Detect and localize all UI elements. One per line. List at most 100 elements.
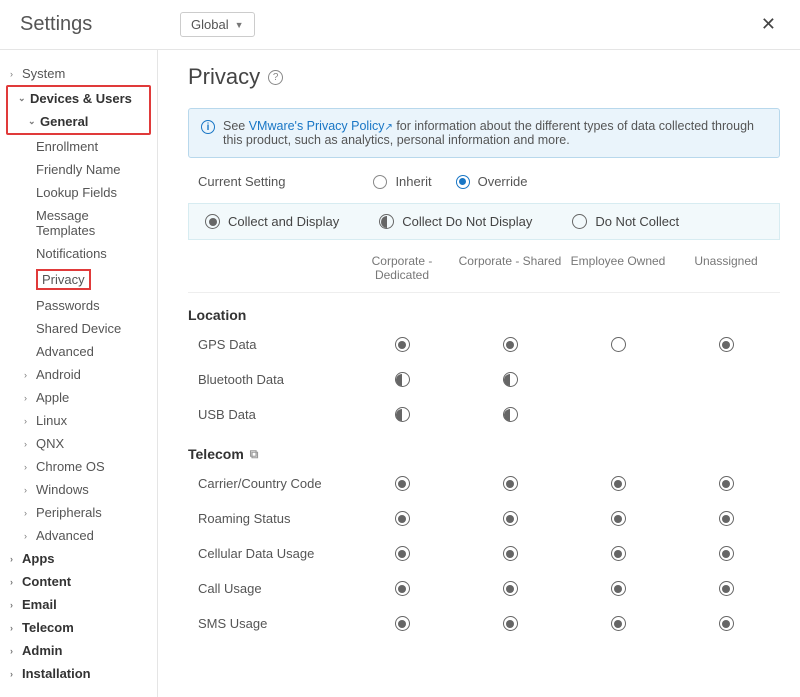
state-full-icon[interactable]	[719, 476, 734, 491]
current-setting-label: Current Setting	[198, 174, 285, 189]
state-full-icon[interactable]	[503, 546, 518, 561]
state-full-icon[interactable]	[395, 337, 410, 352]
col-header: Employee Owned	[564, 254, 672, 282]
radio-inherit[interactable]: Inherit	[373, 174, 431, 189]
state-full-icon[interactable]	[719, 546, 734, 561]
state-cell	[348, 476, 456, 491]
state-cell	[672, 546, 780, 561]
sidebar-item-windows[interactable]: ›Windows	[0, 478, 157, 501]
state-full-icon[interactable]	[611, 476, 626, 491]
sidebar-item-chrome-os[interactable]: ›Chrome OS	[0, 455, 157, 478]
row-label: Carrier/Country Code	[188, 476, 348, 491]
help-icon[interactable]: ?	[268, 70, 283, 85]
state-full-icon[interactable]	[395, 511, 410, 526]
state-half-icon[interactable]	[395, 407, 410, 422]
state-full-icon[interactable]	[395, 616, 410, 631]
sidebar-item-notifications[interactable]: Notifications	[0, 242, 157, 265]
radio-override[interactable]: Override	[456, 174, 528, 189]
state-cell	[564, 476, 672, 491]
state-cell	[564, 337, 672, 352]
sidebar-item-general[interactable]: ⌄ General	[8, 110, 149, 133]
state-cell	[672, 581, 780, 596]
state-full-icon[interactable]	[503, 616, 518, 631]
chevron-right-icon: ›	[24, 531, 32, 541]
section-telecom: Telecom ⧉	[188, 432, 780, 466]
state-full-icon[interactable]	[503, 337, 518, 352]
sidebar-item-passwords[interactable]: Passwords	[0, 294, 157, 317]
sidebar-item-email[interactable]: ›Email	[0, 593, 157, 616]
content: Privacy ? i See VMware's Privacy Policy↗…	[158, 50, 800, 697]
page-title: Privacy	[188, 64, 260, 90]
state-full-icon[interactable]	[395, 546, 410, 561]
state-half-icon[interactable]	[503, 372, 518, 387]
chevron-down-icon: ⌄	[18, 93, 26, 104]
sidebar-item-lookup-fields[interactable]: Lookup Fields	[0, 181, 157, 204]
state-full-icon[interactable]	[503, 476, 518, 491]
scope-label: Global	[191, 17, 229, 32]
state-full-icon[interactable]	[395, 476, 410, 491]
row-label: SMS Usage	[188, 616, 348, 631]
sidebar-item-linux[interactable]: ›Linux	[0, 409, 157, 432]
scope-dropdown[interactable]: Global ▼	[180, 12, 255, 37]
sidebar-item-peripherals[interactable]: ›Peripherals	[0, 501, 157, 524]
sidebar-item-advanced[interactable]: Advanced	[0, 340, 157, 363]
sidebar-item-system[interactable]: › System	[0, 62, 157, 85]
state-cell	[348, 407, 456, 422]
state-empty-icon[interactable]	[611, 337, 626, 352]
copy-icon[interactable]: ⧉	[250, 447, 259, 462]
state-full-icon[interactable]	[611, 581, 626, 596]
sidebar-item-qnx[interactable]: ›QNX	[0, 432, 157, 455]
data-row: Call Usage	[188, 571, 780, 606]
sidebar-item-apple[interactable]: ›Apple	[0, 386, 157, 409]
sidebar-item-installation[interactable]: ›Installation	[0, 662, 157, 685]
sidebar-item-privacy[interactable]: Privacy	[0, 265, 157, 294]
sidebar-item-advanced[interactable]: ›Advanced	[0, 524, 157, 547]
privacy-policy-link[interactable]: VMware's Privacy Policy↗	[249, 119, 393, 133]
sidebar-item-enrollment[interactable]: Enrollment	[0, 135, 157, 158]
sidebar-item-admin[interactable]: ›Admin	[0, 639, 157, 662]
state-full-icon[interactable]	[395, 581, 410, 596]
chevron-right-icon: ›	[10, 646, 18, 656]
state-cell	[348, 616, 456, 631]
state-full-icon[interactable]	[719, 616, 734, 631]
state-cell	[564, 581, 672, 596]
sidebar-item-android[interactable]: ›Android	[0, 363, 157, 386]
info-text: See VMware's Privacy Policy↗ for informa…	[223, 119, 767, 147]
chevron-right-icon: ›	[10, 669, 18, 679]
row-label: USB Data	[188, 407, 348, 422]
sidebar-item-telecom[interactable]: ›Telecom	[0, 616, 157, 639]
chevron-right-icon: ›	[24, 370, 32, 380]
state-full-icon[interactable]	[611, 511, 626, 526]
page-settings-title: Settings	[20, 13, 180, 36]
col-header: Corporate - Shared	[456, 254, 564, 282]
close-icon[interactable]: ✕	[757, 10, 780, 39]
state-full-icon[interactable]	[719, 511, 734, 526]
sidebar-item-devices-users[interactable]: ⌄ Devices & Users	[8, 87, 149, 110]
row-label: Cellular Data Usage	[188, 546, 348, 561]
legend-collect-display: Collect and Display	[205, 214, 339, 229]
state-full-icon[interactable]	[719, 337, 734, 352]
state-full-icon[interactable]	[503, 581, 518, 596]
state-half-icon[interactable]	[395, 372, 410, 387]
state-half-icon[interactable]	[503, 407, 518, 422]
chevron-right-icon: ›	[24, 416, 32, 426]
header: Settings Global ▼ ✕	[0, 0, 800, 50]
sidebar-item-content[interactable]: ›Content	[0, 570, 157, 593]
sidebar-item-shared-device[interactable]: Shared Device	[0, 317, 157, 340]
state-cell	[348, 581, 456, 596]
sidebar-item-message-templates[interactable]: Message Templates	[0, 204, 157, 242]
chevron-right-icon: ›	[10, 577, 18, 587]
chevron-right-icon: ›	[10, 69, 18, 79]
state-full-icon[interactable]	[503, 511, 518, 526]
state-cell	[672, 337, 780, 352]
state-cell	[456, 407, 564, 422]
chevron-right-icon: ›	[24, 508, 32, 518]
col-header: Unassigned	[672, 254, 780, 282]
state-full-icon[interactable]	[611, 616, 626, 631]
state-cell	[564, 546, 672, 561]
row-label: Roaming Status	[188, 511, 348, 526]
state-full-icon[interactable]	[611, 546, 626, 561]
state-full-icon[interactable]	[719, 581, 734, 596]
sidebar-item-friendly-name[interactable]: Friendly Name	[0, 158, 157, 181]
sidebar-item-apps[interactable]: ›Apps	[0, 547, 157, 570]
